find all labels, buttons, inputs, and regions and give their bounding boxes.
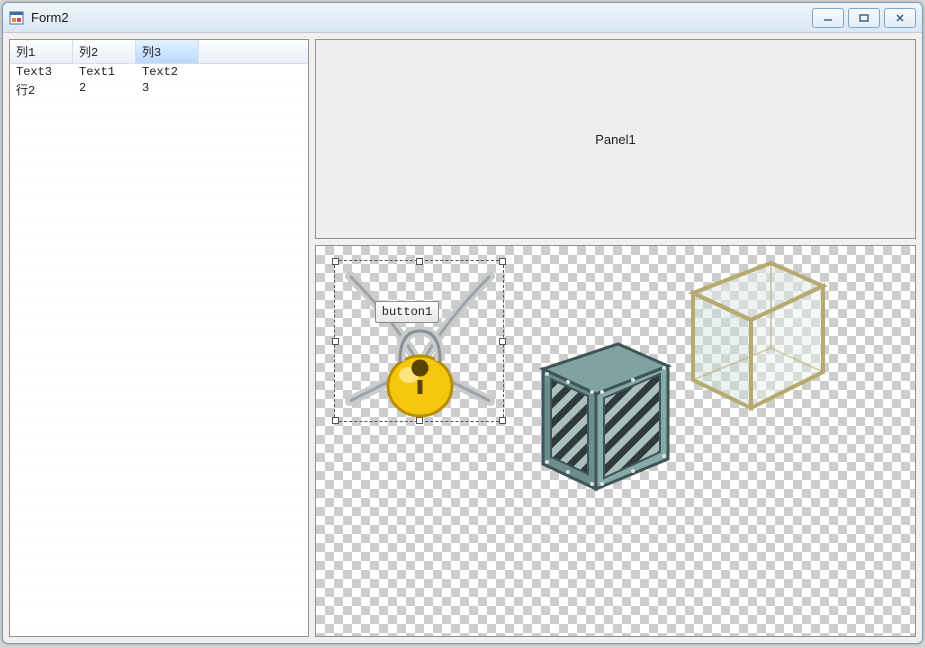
form-icon (9, 10, 25, 26)
design-panel[interactable]: button1 (315, 245, 916, 637)
listview[interactable]: 列1 列2 列3 Text3 Text1 Text2 行2 2 3 (9, 39, 309, 637)
cell: Text1 (73, 64, 136, 80)
listview-row[interactable]: Text3 Text1 Text2 (10, 64, 308, 80)
client-area: 列1 列2 列3 Text3 Text1 Text2 行2 2 3 (9, 39, 916, 637)
column-header-2[interactable]: 列3 (136, 40, 199, 63)
titlebar[interactable]: Form2 (3, 3, 922, 33)
listview-body[interactable]: Text3 Text1 Text2 行2 2 3 (10, 64, 308, 636)
cell: 2 (73, 80, 136, 96)
cell: 行2 (10, 80, 73, 96)
maximize-button[interactable] (848, 8, 880, 28)
glass-cube-icon (661, 248, 841, 423)
close-button[interactable] (884, 8, 916, 28)
window-controls (812, 8, 916, 28)
cell: Text2 (136, 64, 199, 80)
minimize-button[interactable] (812, 8, 844, 28)
column-header-1[interactable]: 列2 (73, 40, 136, 63)
padlock-chains-icon (335, 261, 505, 441)
column-header-0[interactable]: 列1 (10, 40, 73, 63)
app-window: Form2 列1 列2 列3 Text3 (2, 2, 923, 644)
panel1[interactable]: Panel1 (315, 39, 916, 239)
listview-header: 列1 列2 列3 (10, 40, 308, 64)
cell: Text3 (10, 64, 73, 80)
cell: 3 (136, 80, 199, 96)
panel1-label: Panel1 (595, 132, 635, 147)
metal-crate-icon (518, 324, 683, 509)
listview-row[interactable]: 行2 2 3 (10, 80, 308, 96)
window-title: Form2 (31, 10, 812, 25)
right-column: Panel1 (315, 39, 916, 637)
designer-selection[interactable]: button1 (334, 260, 504, 422)
column-header-filler (199, 40, 308, 63)
button1[interactable]: button1 (375, 301, 439, 323)
